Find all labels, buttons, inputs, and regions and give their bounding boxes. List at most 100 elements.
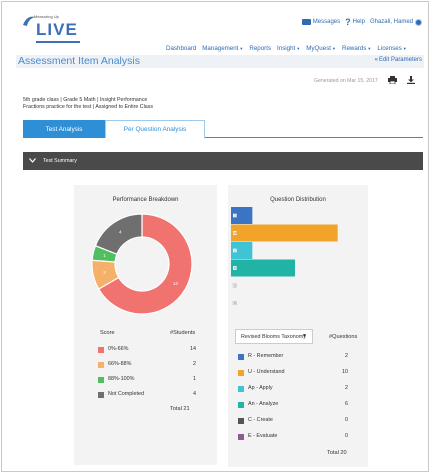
edit-parameters-link[interactable]: « Edit Parameters xyxy=(375,57,422,63)
legend-row: E - Evaluate 0 xyxy=(238,433,354,442)
legend-row: R - Remember 2 xyxy=(238,353,354,362)
legend-row: Not Completed 4 xyxy=(98,391,202,400)
legend-swatch xyxy=(98,362,104,368)
tab-test-analysis[interactable]: Test Analysis xyxy=(23,120,105,138)
app-logo[interactable]: Measuring Up LIVE xyxy=(22,14,82,44)
performance-total: Total 21 xyxy=(170,406,190,412)
legend-value: 0 xyxy=(345,433,348,439)
nav-item-licenses[interactable]: Licenses ▼ xyxy=(377,45,406,52)
question-distribution-bar-chart: 2102600 xyxy=(231,207,338,305)
legend-swatch xyxy=(98,347,104,353)
legend-value: 10 xyxy=(342,369,348,375)
performance-chart-title: Performance Breakdown xyxy=(112,197,179,203)
nav-item-insight[interactable]: Insight ▼ xyxy=(277,45,300,52)
nav-label: MyQuest xyxy=(306,45,332,52)
user-menu[interactable]: Ghazali, Hamed xyxy=(369,18,422,26)
caret-down-icon: ▼ xyxy=(367,46,372,51)
caret-down-icon: ▼ xyxy=(296,46,301,51)
legend-swatch xyxy=(238,370,244,376)
legend-swatch xyxy=(238,402,244,408)
test-summary-header[interactable]: Test Summary xyxy=(23,152,423,170)
question-chart-title: Question Distribution xyxy=(270,197,326,203)
assignment-meta-line-2: Fractions practice for the test | Assign… xyxy=(23,104,154,110)
legend-swatch xyxy=(98,377,104,383)
legend-label: 66%-88% xyxy=(108,361,132,367)
nav-label: Licenses xyxy=(377,45,402,52)
question-bar[interactable] xyxy=(231,259,295,277)
legend-label: U - Understand xyxy=(248,369,285,375)
legend-value: 2 xyxy=(345,353,348,359)
logo-tagline: Measuring Up xyxy=(34,14,59,19)
legend-label: 0%-66% xyxy=(108,346,129,352)
logo-wordmark: LIVE xyxy=(36,20,78,39)
question-bar[interactable] xyxy=(231,224,338,242)
nav-item-myquest[interactable]: MyQuest ▼ xyxy=(306,45,336,52)
assignment-meta-line-1: 5th grade class | Grade 5 Math | Insight… xyxy=(23,97,148,103)
legend-label: Ap - Apply xyxy=(248,385,273,391)
legend-label: E - Evaluate xyxy=(248,433,278,439)
legend-value: 14 xyxy=(190,346,196,352)
help-label: Help xyxy=(352,19,365,25)
nav-item-dashboard[interactable]: Dashboard xyxy=(166,45,196,52)
taxonomy-select-value: Revised Blooms Taxonomy xyxy=(241,333,306,340)
test-summary-title: Test Summary xyxy=(43,158,77,164)
page-title: Assessment Item Analysis xyxy=(18,55,140,67)
messages-label: Messages xyxy=(312,19,341,25)
question-distribution-panel: Question Distribution 2 10 2 6 0 0 Revised Bl… xyxy=(228,185,368,467)
legend-row: An - Analyze 6 xyxy=(238,401,354,410)
legend-value: 0 xyxy=(345,417,348,423)
legend-swatch xyxy=(98,392,104,398)
print-icon[interactable] xyxy=(388,76,397,84)
nav-label: Reports xyxy=(249,45,272,52)
legend-swatch xyxy=(238,386,244,392)
legend-value: 2 xyxy=(345,385,348,391)
generated-date: Generated on Mar 15, 2017 xyxy=(314,78,378,84)
legend-label: C - Create xyxy=(248,417,273,423)
question-icon: ? xyxy=(345,17,351,27)
legend-row: U - Understand 10 xyxy=(238,369,354,378)
caret-down-icon: ▼ xyxy=(332,46,336,51)
envelope-icon xyxy=(301,19,311,25)
main-nav: Dashboard Management ▼ Reports Insight ▼ MyQue… xyxy=(166,45,407,52)
help-link[interactable]: ? Help xyxy=(345,17,365,27)
messages-link[interactable]: Messages xyxy=(301,19,341,25)
performance-breakdown-panel: Performance Breakdown 14 2 1 4 Score #Stude… xyxy=(74,185,217,465)
nav-label: Insight xyxy=(277,45,296,52)
nav-label: Management xyxy=(202,45,239,52)
questions-column-header: #Questions xyxy=(329,334,358,340)
legend-row: 0%-66% 14 xyxy=(98,346,202,355)
tab-per-question-analysis[interactable]: Per Question Analysis xyxy=(105,120,205,138)
taxonomy-select[interactable]: Revised Blooms Taxonomy ▼ xyxy=(235,329,313,344)
legend-label: 88%-100% xyxy=(108,376,135,382)
nav-item-reports[interactable]: Reports xyxy=(249,45,271,52)
nav-label: Rewards xyxy=(341,45,367,52)
legend-swatch xyxy=(238,354,244,360)
nav-item-management[interactable]: Management ▼ xyxy=(202,45,243,52)
user-name: Ghazali, Hamed xyxy=(369,19,413,25)
top-utility-bar: Messages ? Help Ghazali, Hamed xyxy=(301,16,422,28)
score-column-header: Score xyxy=(100,330,115,336)
analysis-tabs: Test Analysis Per Question Analysis xyxy=(23,120,423,138)
double-chevron-left-icon: « xyxy=(374,57,378,63)
caret-down-icon: ▼ xyxy=(402,46,407,51)
caret-down-icon: ▼ xyxy=(239,46,244,51)
legend-value: 2 xyxy=(193,361,196,367)
legend-swatch xyxy=(238,418,244,424)
legend-value: 1 xyxy=(193,376,196,382)
donut-slice-label: 14 xyxy=(173,281,179,286)
download-icon[interactable] xyxy=(407,76,415,84)
nav-item-rewards[interactable]: Rewards ▼ xyxy=(342,45,371,52)
gear-icon[interactable] xyxy=(415,18,422,26)
legend-row: 66%-88% 2 xyxy=(98,361,202,370)
students-column-header: #Students xyxy=(170,330,196,336)
performance-donut-chart: 14214 xyxy=(91,213,193,315)
legend-label: An - Analyze xyxy=(248,401,279,407)
legend-row: C - Create 0 xyxy=(238,417,354,426)
legend-value: 6 xyxy=(345,401,348,407)
legend-row: 88%-100% 1 xyxy=(98,376,202,385)
caret-down-icon: ▼ xyxy=(302,333,307,339)
legend-swatch xyxy=(238,434,244,440)
legend-row: Ap - Apply 2 xyxy=(238,385,354,394)
bar-value-label: 10 xyxy=(233,231,237,235)
logo-underline xyxy=(36,41,80,43)
